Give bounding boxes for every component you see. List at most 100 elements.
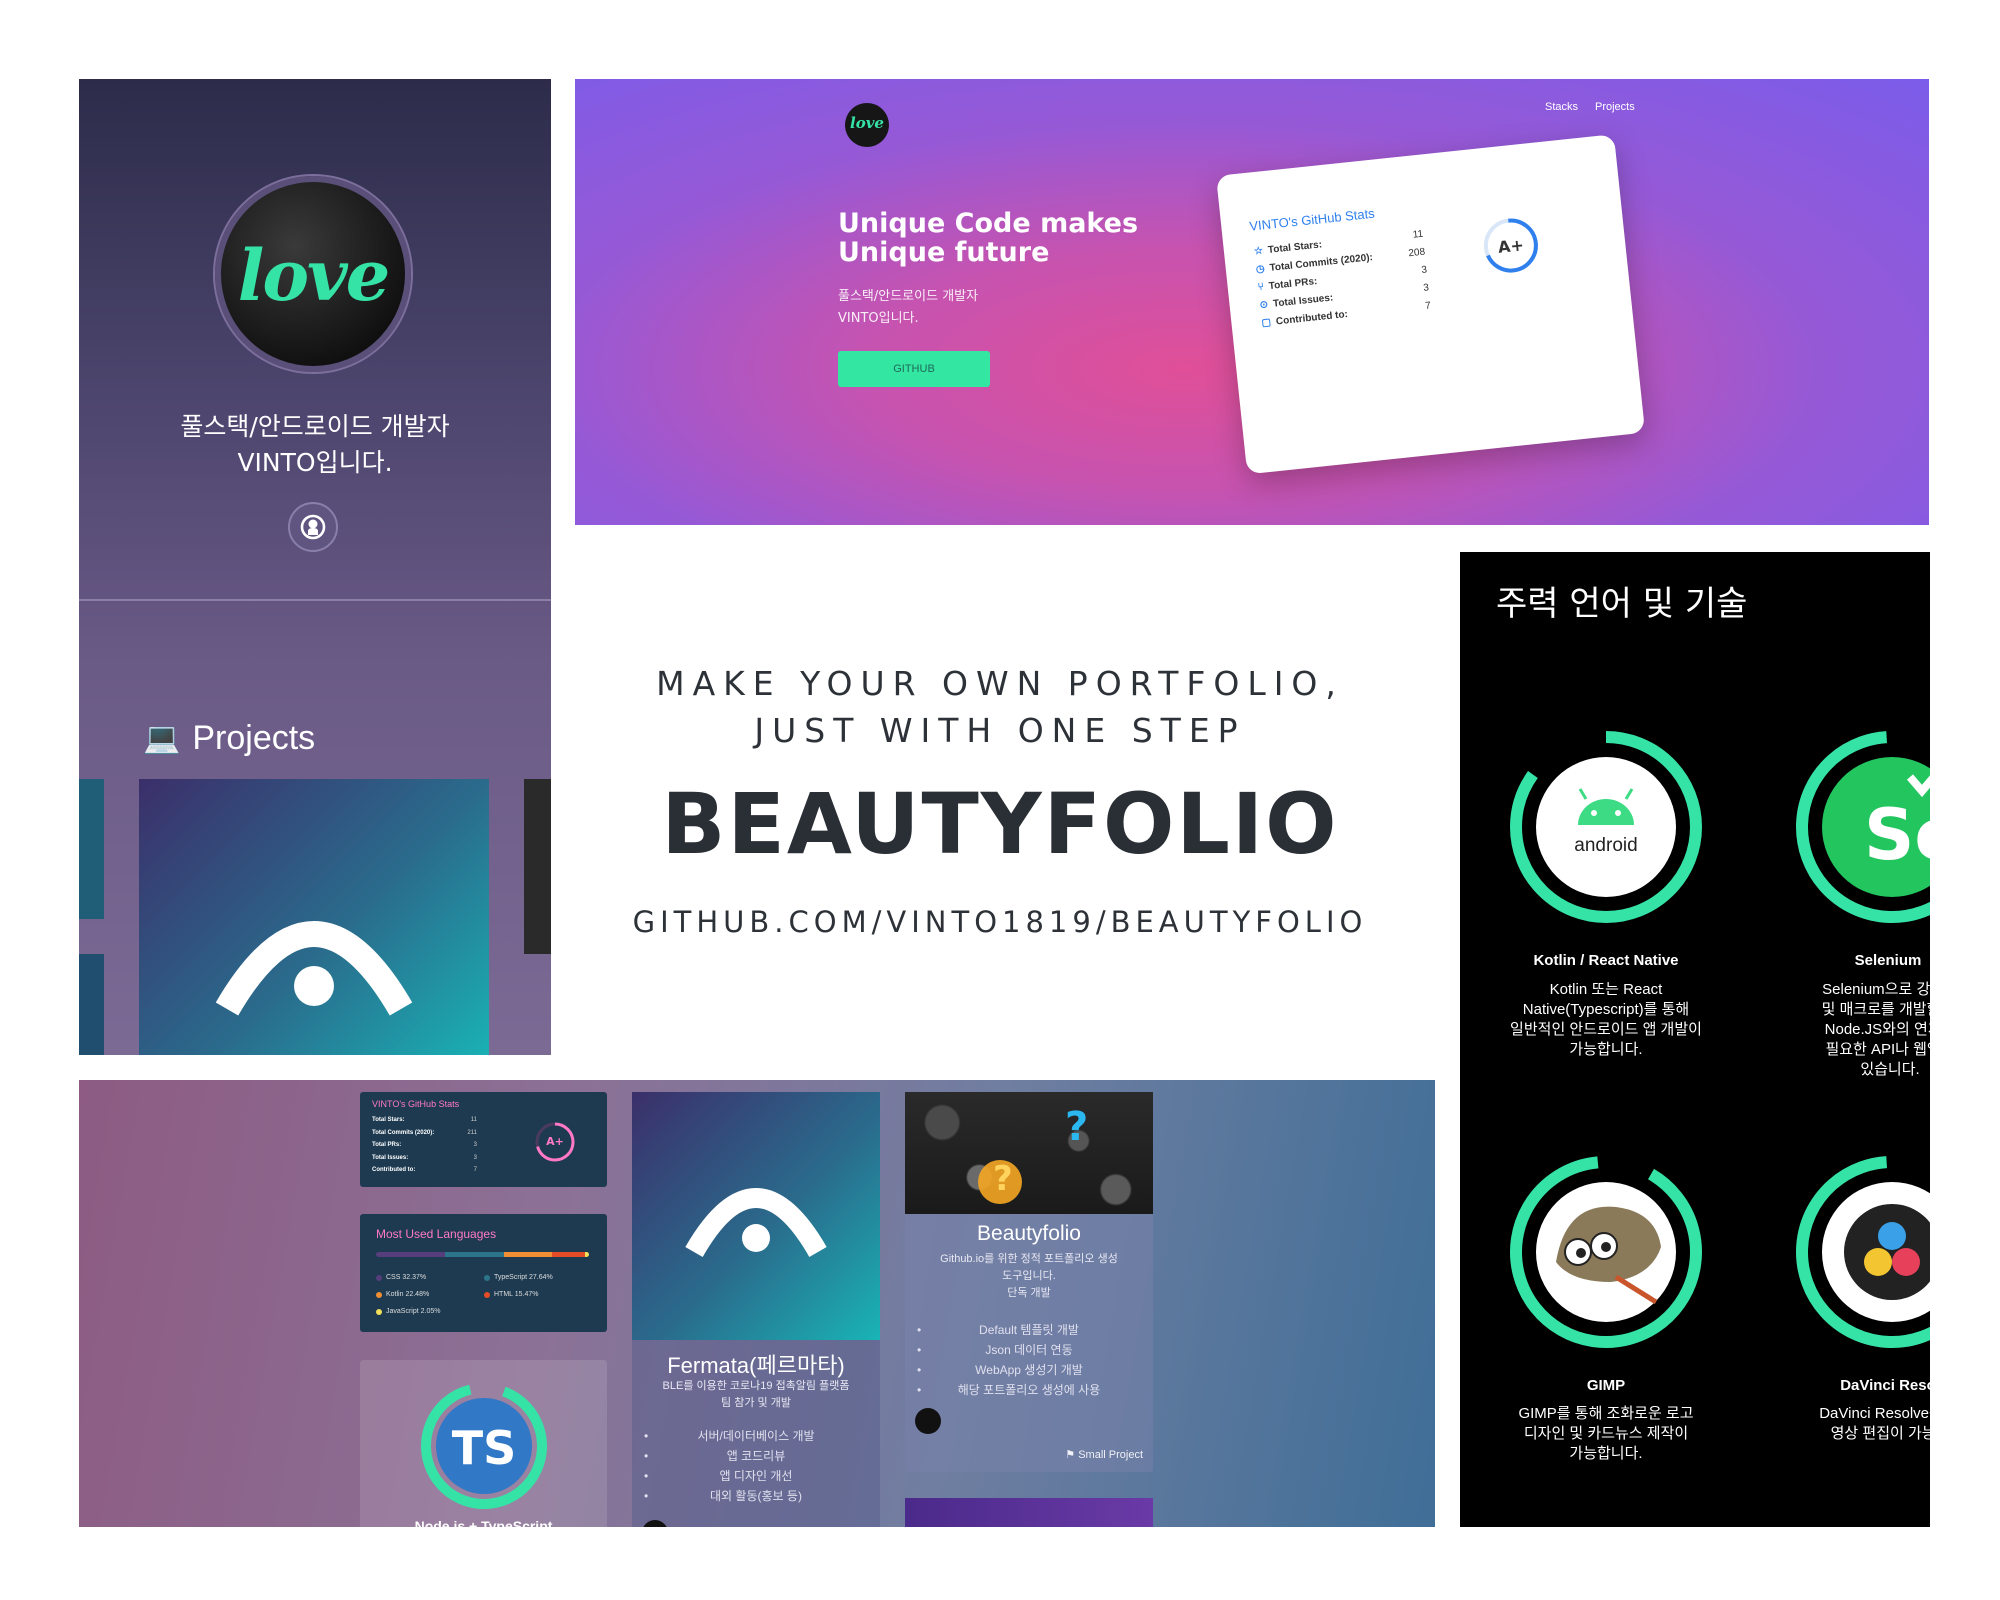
laptop-icon: 💻 xyxy=(143,722,181,755)
skill-desc-line: 및 매크로를 개발할 수 xyxy=(1821,1001,1930,1018)
question-marks-image-icon: ? ? xyxy=(978,1104,1088,1204)
skill-desc: Kotlin 또는 React Native(Typescript)를 통해 일… xyxy=(1486,980,1726,1060)
rank-circle: A+ xyxy=(1478,213,1544,279)
stats-row: Contributed to: 7 xyxy=(372,1164,477,1177)
language-bar-segment xyxy=(376,1252,445,1257)
stats-card-title: VINTO's GitHub Stats xyxy=(372,1099,460,1109)
brand-title: BEAUTYFOLIO xyxy=(661,775,1339,873)
list-item: 해당 포트폴리오 생성에 사용 xyxy=(905,1380,1153,1400)
github-icon[interactable] xyxy=(642,1520,668,1527)
stats-value: 7 xyxy=(473,1167,477,1174)
skills-panel: 주력 언어 및 기술 android Kotlin / React Native… xyxy=(1460,552,1930,1527)
skill-desc: GIMP를 통해 조화로운 로고 디자인 및 카드뉴스 제작이 가능합니다. xyxy=(1486,1404,1726,1464)
skill-desc-line: 필요한 API나 웹앱도 xyxy=(1825,1041,1930,1058)
github-stats-card-dark: VINTO's GitHub Stats Total Stars: 11 Tota… xyxy=(360,1092,607,1187)
project-desc-line: BLE를 이용한 코로나19 접촉알림 플랫폼 xyxy=(662,1380,850,1392)
stats-value: 11 xyxy=(1412,228,1424,241)
typescript-logo-icon: TS xyxy=(421,1383,547,1509)
project-task-list: 서버/데이터베이스 개발 앱 코드리뷰 앱 디자인 개선 대외 활동(홍보 등) xyxy=(632,1426,880,1506)
history-icon: ◷ xyxy=(1255,262,1266,275)
github-icon[interactable] xyxy=(915,1408,941,1434)
skill-desc-line: Selenium으로 강력한 xyxy=(1822,981,1930,998)
project-desc: BLE를 이용한 코로나19 접촉알림 플랫폼 팀 참가 및 개발 xyxy=(632,1378,880,1412)
hero-title-line1: Unique Code makes xyxy=(838,208,1139,239)
project-title: Fermata(페르마타) xyxy=(667,1353,845,1378)
skill-desc: Selenium으로 강력한 및 매크로를 개발할 수 Node.JS와의 연계… xyxy=(1770,980,1930,1080)
nav-link-projects[interactable]: Projects xyxy=(1595,101,1635,113)
project-card-partial[interactable] xyxy=(79,779,104,919)
profile-panel: love 풀스택/안드로이드 개발자 VINTO입니다. 💻 Projects xyxy=(79,79,551,1055)
stats-value: 3 xyxy=(473,1154,477,1161)
language-legend-item: JavaScript 2.05% xyxy=(376,1308,440,1315)
skills-heading: 주력 언어 및 기술 xyxy=(1496,584,1748,624)
tagline-line2: JUST WITH ONE STEP xyxy=(754,711,1246,750)
github-stats-card: VINTO's GitHub Stats ☆ Total Stars: 11 ◷ To… xyxy=(1216,134,1646,475)
repo-url[interactable]: GITHUB.COM/VINTO1819/BEAUTYFOLIO xyxy=(575,905,1425,939)
project-title: Beautyfolio xyxy=(977,1222,1081,1245)
profile-avatar: love xyxy=(215,176,411,372)
skill-desc: DaVinci Resolve를 통 영상 편집이 가능합 xyxy=(1770,1404,1930,1444)
project-desc: Github.io를 위한 정적 포트폴리오 생성 도구입니다. 단독 개발 xyxy=(905,1251,1153,1302)
skill-desc-line: 디자인 및 카드뉴스 제작이 xyxy=(1523,1425,1689,1442)
project-card-fermata[interactable] xyxy=(139,779,489,1055)
skill-desc-line: Node.JS와의 연계로 xyxy=(1824,1021,1930,1038)
gimp-logo-icon xyxy=(1510,1156,1702,1348)
project-desc-line: Github.io를 위한 정적 포트폴리오 생성 xyxy=(940,1253,1118,1265)
github-button[interactable]: GITHUB xyxy=(838,351,990,387)
stats-row: Total Stars: 11 xyxy=(372,1114,477,1127)
project-image xyxy=(632,1092,880,1340)
flag-icon: ⚑ xyxy=(1065,1449,1076,1461)
collage-panel: VINTO's GitHub Stats Total Stars: 11 Tota… xyxy=(79,1080,1435,1527)
skill-desc-line: 영상 편집이 가능합 xyxy=(1830,1425,1930,1442)
stats-rows: ☆ Total Stars: 11 ◷ Total Commits (2020): 20… xyxy=(1253,225,1432,332)
stats-value: 3 xyxy=(473,1142,477,1149)
rank-text: A+ xyxy=(546,1135,564,1148)
project-role: 단독 개발 xyxy=(1007,1287,1051,1299)
language-bar-segment xyxy=(551,1252,585,1257)
project-card-partial[interactable] xyxy=(524,779,551,954)
skill-ring-selenium: Se xyxy=(1792,727,1930,927)
skill-desc-line: Native(Typescript)를 통해 xyxy=(1522,1001,1690,1018)
language-legend-item: TypeScript 27.64% xyxy=(484,1274,553,1281)
github-icon xyxy=(300,514,326,540)
skill-ring-gimp xyxy=(1506,1152,1706,1352)
fermata-logo-icon xyxy=(685,1188,827,1258)
android-logo-icon: android xyxy=(1510,731,1702,923)
skill-desc-line: Kotlin 또는 React xyxy=(1549,981,1663,998)
stats-label: Contributed to: xyxy=(1275,308,1349,327)
project-card-partial[interactable] xyxy=(79,954,104,1055)
tagline: MAKE YOUR OWN PORTFOLIO, JUST WITH ONE S… xyxy=(575,660,1425,754)
hero-subtitle-line1: 풀스택/안드로이드 개발자 xyxy=(838,289,979,304)
stats-value: 208 xyxy=(1407,246,1426,259)
project-desc-line: 도구입니다. xyxy=(1002,1270,1056,1282)
stats-label: Total Issues: xyxy=(372,1154,409,1161)
center-text-panel: MAKE YOUR OWN PORTFOLIO, JUST WITH ONE S… xyxy=(575,560,1425,990)
stats-row: Total PRs: 3 xyxy=(372,1139,477,1152)
skill-desc-line: 있습니다. xyxy=(1860,1061,1920,1078)
stats-label: Total Stars: xyxy=(1267,238,1323,256)
project-desc-line: 팀 참가 및 개발 xyxy=(721,1397,791,1409)
stats-value: 3 xyxy=(1422,281,1430,294)
nav-link-stacks[interactable]: Stacks xyxy=(1545,101,1578,113)
most-used-languages-card: Most Used Languages CSS 32.37% TypeScrip… xyxy=(360,1214,607,1332)
project-card-fermata[interactable]: Fermata(페르마타) BLE를 이용한 코로나19 접촉알림 플랫폼 팀 … xyxy=(632,1092,880,1527)
selenium-logo-icon: Se xyxy=(1796,731,1930,923)
hero-logo[interactable]: love xyxy=(845,103,889,147)
project-task-list: Default 템플릿 개발 Json 데이터 연동 WebApp 생성기 개발… xyxy=(905,1320,1153,1400)
language-bar-segment xyxy=(444,1252,504,1257)
project-card-beautyfolio[interactable]: ? ? Beautyfolio Github.io를 위한 정적 포트폴리오 생… xyxy=(905,1092,1153,1472)
project-card-partial[interactable] xyxy=(905,1498,1153,1527)
stats-value: 3 xyxy=(1420,263,1428,276)
stats-label: Contributed to: xyxy=(372,1167,416,1174)
rank-circle: A+ xyxy=(533,1120,577,1164)
github-link-button[interactable] xyxy=(288,502,338,552)
skill-name: GIMP xyxy=(1586,1377,1626,1394)
stats-value: 211 xyxy=(467,1129,477,1136)
project-image: ? ? xyxy=(905,1092,1153,1214)
language-legend-item: CSS 32.37% xyxy=(376,1274,426,1281)
list-item: 대외 활동(홍보 등) xyxy=(632,1486,880,1506)
skill-ring-davinci xyxy=(1792,1152,1930,1352)
hero-subtitle: 풀스택/안드로이드 개발자 VINTO입니다. xyxy=(838,286,978,330)
skill-desc-line: DaVinci Resolve를 통 xyxy=(1819,1405,1930,1422)
skill-card-typescript: TS Node.js + TypeScript xyxy=(360,1360,607,1527)
